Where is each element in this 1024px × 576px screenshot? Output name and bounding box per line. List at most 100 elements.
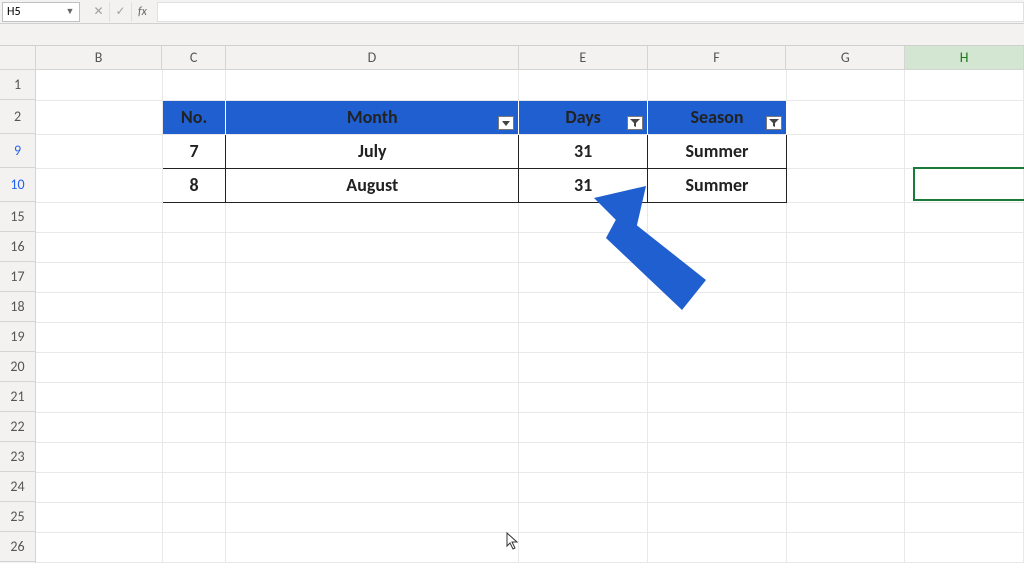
cell[interactable] — [36, 292, 162, 322]
cell[interactable] — [36, 70, 162, 100]
cell[interactable] — [36, 472, 162, 502]
cell[interactable] — [787, 382, 905, 412]
cell[interactable] — [36, 134, 162, 168]
cell[interactable] — [648, 262, 787, 292]
cell[interactable] — [226, 202, 519, 232]
cell[interactable] — [162, 532, 226, 562]
formula-input[interactable] — [157, 2, 1024, 22]
cell[interactable] — [787, 70, 905, 100]
cell[interactable] — [787, 168, 905, 202]
cell[interactable] — [519, 502, 648, 532]
col-header-g[interactable]: G — [786, 46, 905, 69]
cell[interactable] — [787, 532, 905, 562]
cell[interactable] — [36, 262, 162, 292]
cell[interactable] — [648, 232, 787, 262]
cell[interactable] — [226, 502, 519, 532]
cell[interactable] — [905, 232, 1024, 262]
cell[interactable] — [226, 232, 519, 262]
row-header[interactable]: 21 — [0, 382, 35, 412]
cell[interactable] — [905, 322, 1024, 352]
cell[interactable] — [162, 202, 226, 232]
col-header-b[interactable]: B — [36, 46, 163, 69]
grid[interactable]: No.MonthDaysSeason7July31Summer8August31… — [36, 70, 1024, 563]
cell[interactable] — [787, 262, 905, 292]
table-header-no[interactable]: No. — [162, 100, 226, 134]
row-header[interactable]: 10 — [0, 168, 35, 202]
cell[interactable] — [36, 100, 162, 134]
cell[interactable] — [519, 322, 648, 352]
cell[interactable] — [36, 502, 162, 532]
table-cell[interactable]: July — [226, 134, 519, 168]
table-header-days[interactable]: Days — [519, 100, 648, 134]
cell[interactable] — [226, 322, 519, 352]
cell[interactable] — [162, 352, 226, 382]
cell[interactable] — [162, 292, 226, 322]
cell[interactable] — [226, 442, 519, 472]
cell[interactable] — [36, 532, 162, 562]
cell[interactable] — [519, 382, 648, 412]
cell[interactable] — [648, 352, 787, 382]
cell[interactable] — [905, 382, 1024, 412]
table-cell[interactable]: 8 — [162, 168, 226, 202]
cell[interactable] — [787, 292, 905, 322]
row-header[interactable]: 19 — [0, 322, 35, 352]
cell[interactable] — [226, 412, 519, 442]
filter-applied-icon[interactable] — [766, 116, 782, 130]
cell[interactable] — [519, 262, 648, 292]
cell[interactable] — [519, 202, 648, 232]
cell[interactable] — [905, 202, 1024, 232]
row-header[interactable]: 16 — [0, 232, 35, 262]
filter-applied-icon[interactable] — [627, 116, 643, 130]
col-header-f[interactable]: F — [648, 46, 787, 69]
cell[interactable] — [162, 382, 226, 412]
table-cell[interactable]: 31 — [519, 168, 648, 202]
cell[interactable] — [226, 532, 519, 562]
cell[interactable] — [787, 472, 905, 502]
cell[interactable] — [648, 292, 787, 322]
filter-dropdown-icon[interactable] — [498, 116, 514, 130]
table-cell[interactable]: Summer — [648, 168, 787, 202]
cell[interactable] — [36, 442, 162, 472]
cell[interactable] — [787, 352, 905, 382]
cell[interactable] — [648, 532, 787, 562]
cell[interactable] — [648, 502, 787, 532]
cell[interactable] — [162, 232, 226, 262]
cell[interactable] — [648, 412, 787, 442]
cell[interactable] — [36, 382, 162, 412]
col-header-c[interactable]: C — [162, 46, 225, 69]
col-header-h[interactable]: H — [905, 46, 1024, 69]
cell[interactable] — [519, 70, 648, 100]
row-header[interactable]: 9 — [0, 134, 35, 168]
cell[interactable] — [905, 502, 1024, 532]
row-header[interactable]: 25 — [0, 502, 35, 532]
cell[interactable] — [905, 70, 1024, 100]
cell[interactable] — [162, 262, 226, 292]
cell[interactable] — [905, 134, 1024, 168]
table-cell[interactable]: August — [226, 168, 519, 202]
cell[interactable] — [36, 352, 162, 382]
table-cell[interactable]: Summer — [648, 134, 787, 168]
cell[interactable] — [519, 472, 648, 502]
cell[interactable] — [905, 100, 1024, 134]
row-header[interactable]: 20 — [0, 352, 35, 382]
cell[interactable] — [162, 412, 226, 442]
cell[interactable] — [787, 232, 905, 262]
cell[interactable] — [648, 322, 787, 352]
cell[interactable] — [226, 382, 519, 412]
cell[interactable] — [787, 322, 905, 352]
cell[interactable] — [905, 262, 1024, 292]
cell[interactable] — [226, 352, 519, 382]
name-box[interactable]: H5 ▼ — [2, 2, 80, 22]
cell[interactable] — [226, 292, 519, 322]
cell[interactable] — [519, 352, 648, 382]
cell[interactable] — [648, 70, 787, 100]
cell[interactable] — [787, 442, 905, 472]
dropdown-icon[interactable]: ▼ — [65, 6, 75, 17]
cell[interactable] — [162, 70, 226, 100]
row-header[interactable]: 22 — [0, 412, 35, 442]
col-header-d[interactable]: D — [226, 46, 519, 69]
cell[interactable] — [162, 322, 226, 352]
cell[interactable] — [648, 202, 787, 232]
row-header[interactable]: 1 — [0, 70, 35, 100]
select-all-corner[interactable] — [0, 46, 36, 69]
